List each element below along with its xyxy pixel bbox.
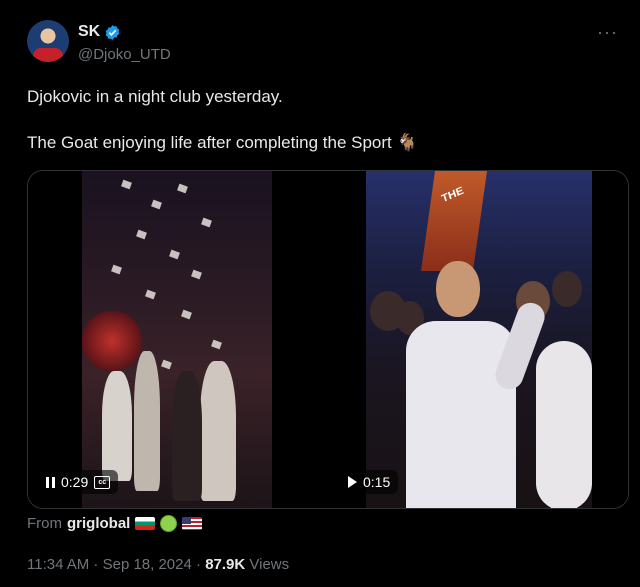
tennis-ball-icon [160, 515, 178, 532]
tweet-text-line-2: The Goat enjoying life after completing … [27, 133, 418, 152]
bulgaria-flag-icon [135, 517, 156, 530]
author-handle[interactable]: @Djoko_UTD [78, 46, 171, 63]
video-2-time: 0:15 [363, 474, 391, 490]
us-flag-icon [182, 517, 203, 530]
video-1-controls[interactable]: 0:29 cc [38, 470, 119, 494]
captions-icon[interactable]: cc [94, 475, 111, 489]
video-2-controls[interactable]: 0:15 [340, 470, 399, 494]
video-1-time: 0:29 [61, 474, 89, 490]
avatar[interactable] [27, 20, 69, 62]
views-label: Views [249, 556, 290, 573]
source-prefix: From [27, 515, 62, 532]
play-icon[interactable] [348, 476, 357, 488]
video-frame-2: THE [366, 171, 592, 508]
tweet-text-line-1: Djokovic in a night club yesterday. [27, 87, 283, 106]
tweet-meta: 11:34 AM · Sep 18, 2024 · 87.9K Views [27, 556, 289, 573]
tweet-datetime[interactable]: 11:34 AM · Sep 18, 2024 · [27, 556, 201, 573]
media-container: 0:29 cc THE 0:15 [27, 170, 629, 509]
video-player-2[interactable]: THE 0:15 [330, 171, 628, 508]
video-player-1[interactable]: 0:29 cc [28, 171, 326, 508]
author-name[interactable]: SK [78, 23, 100, 41]
views-count: 87.9K [205, 556, 246, 573]
tweet-text: Djokovic in a night club yesterday. The … [27, 86, 617, 154]
source-name[interactable]: griglobal [67, 515, 130, 532]
author-row: SK [78, 23, 121, 41]
source-attribution: From griglobal [27, 515, 203, 532]
verified-badge-icon [106, 24, 120, 40]
more-options-icon[interactable]: ··· [597, 22, 618, 43]
pause-icon[interactable] [46, 476, 55, 488]
video-frame-1 [82, 171, 272, 508]
